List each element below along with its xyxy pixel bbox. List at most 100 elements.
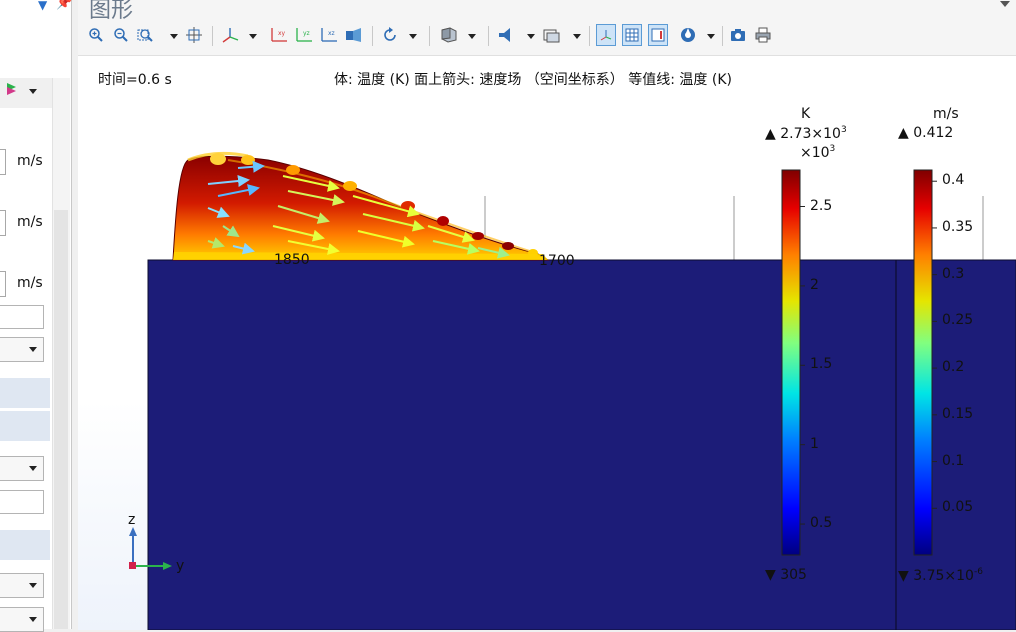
- show-grid-icon[interactable]: [622, 24, 642, 46]
- svg-text:xz: xz: [328, 30, 335, 37]
- graphics-toolbar: xy yz xz: [84, 20, 784, 50]
- zoom-in-icon[interactable]: [86, 24, 106, 46]
- lights-icon[interactable]: [496, 24, 516, 46]
- zoom-out-icon[interactable]: [111, 24, 131, 46]
- print-icon[interactable]: [753, 24, 773, 46]
- velocity-field-1[interactable]: [0, 149, 6, 175]
- toolbar-separator: [488, 26, 489, 46]
- combo-box-3[interactable]: [0, 573, 44, 598]
- velocity-unit: m/s: [933, 106, 959, 122]
- temperature-colorbar: [781, 169, 801, 556]
- toolbar-separator: [212, 26, 213, 46]
- velocity-colorbar: [913, 169, 933, 556]
- velocity-min-exp: -6: [973, 567, 983, 577]
- graphics-window: 图形 xy yz xz 1850 1700 z y 时间=0.6 s 体: 温度…: [78, 0, 1016, 630]
- chevron-down-icon: [29, 583, 37, 588]
- camera-view-icon[interactable]: [344, 24, 364, 46]
- transparency-dropdown-icon[interactable]: [468, 34, 476, 39]
- cladding-track[interactable]: [172, 155, 550, 261]
- velocity-tick-label: 0.4: [942, 172, 965, 189]
- pin-icon[interactable]: 📌: [56, 0, 72, 11]
- plot-description: 体: 温度 (K) 面上箭头: 速度场 （空间坐标系） 等值线: 温度 (K): [334, 72, 732, 88]
- temperature-max-exp: 3: [840, 125, 847, 135]
- velocity-field-3[interactable]: [0, 271, 6, 297]
- velocity-tick-label: 0.1: [942, 452, 965, 469]
- zoom-box-icon[interactable]: [136, 24, 156, 46]
- contour-label-1700: 1700: [539, 253, 575, 269]
- velocity-tick-label: 0.15: [942, 405, 974, 422]
- yz-plane-icon[interactable]: yz: [294, 24, 314, 46]
- render-dropdown-icon[interactable]: [707, 34, 715, 39]
- window-menu-icon[interactable]: [1000, 1, 1010, 7]
- temperature-scale-base: ×10: [800, 145, 830, 161]
- zoom-dropdown-icon[interactable]: [170, 34, 178, 39]
- lights-dropdown-icon[interactable]: [527, 34, 535, 39]
- substrate-block[interactable]: [147, 259, 1016, 630]
- temperature-scale-exp: 3: [829, 144, 836, 154]
- scene-icon[interactable]: [542, 24, 562, 46]
- xz-plane-icon[interactable]: xz: [319, 24, 339, 46]
- min-triangle-icon: ▼: [898, 568, 909, 584]
- text-field-2[interactable]: [0, 490, 44, 514]
- temperature-tick-label: 1: [810, 435, 819, 452]
- velocity-max-value: 0.412: [913, 125, 954, 141]
- snapshot-icon[interactable]: [728, 24, 748, 46]
- plot-svg: 1850 1700 z y: [128, 151, 1016, 630]
- velocity-tick-label: 0.2: [942, 359, 965, 376]
- axis-view-dropdown-icon[interactable]: [249, 34, 257, 39]
- text-field-1[interactable]: [0, 305, 44, 329]
- svg-text:xy: xy: [278, 30, 286, 37]
- combo-box-2[interactable]: [0, 456, 44, 481]
- contour-label-1850: 1850: [274, 252, 310, 268]
- temperature-unit: K: [801, 106, 811, 122]
- toolbar-separator: [429, 26, 430, 46]
- unit-label-2: m/s: [17, 214, 43, 230]
- show-axis-icon[interactable]: [596, 24, 616, 46]
- collapse-arrow-icon[interactable]: ▼: [38, 0, 47, 12]
- velocity-tick-label: 0.35: [942, 218, 974, 235]
- temperature-min-value: 305: [780, 567, 807, 583]
- velocity-tick-label: 0.25: [942, 312, 974, 329]
- velocity-max: ▲ 0.412: [898, 125, 953, 141]
- plot-canvas[interactable]: 1850 1700 z y 时间=0.6 s 体: 温度 (K) 面上箭头: 速…: [78, 55, 1016, 630]
- max-triangle-icon: ▲: [765, 126, 776, 142]
- min-triangle-icon: ▼: [765, 567, 776, 583]
- show-legend-icon[interactable]: [648, 24, 668, 46]
- transparency-icon[interactable]: [439, 24, 459, 46]
- toolbar-separator: [589, 26, 590, 46]
- chevron-down-icon: [29, 347, 37, 352]
- render-settings-icon[interactable]: [678, 24, 698, 46]
- combo-box-4[interactable]: [0, 607, 44, 632]
- chevron-down-icon: [29, 617, 37, 622]
- chevron-down-icon: [29, 466, 37, 471]
- rotate-icon[interactable]: [380, 24, 400, 46]
- panel-scrollbar-thumb[interactable]: [54, 210, 68, 629]
- temperature-tick-label: 0.5: [810, 515, 833, 532]
- xy-plane-icon[interactable]: xy: [269, 24, 289, 46]
- scene-dropdown-icon[interactable]: [573, 34, 581, 39]
- temperature-min: ▼ 305: [765, 567, 807, 583]
- max-triangle-icon: ▲: [898, 125, 909, 141]
- velocity-field-2[interactable]: [0, 210, 6, 236]
- flag-dropdown-icon[interactable]: [29, 89, 37, 94]
- section-header-2[interactable]: [0, 411, 50, 441]
- toolbar-separator: [722, 26, 723, 46]
- temperature-max: ▲ 2.73×103: [765, 125, 847, 142]
- zoom-extents-icon[interactable]: [184, 24, 204, 46]
- temperature-max-value: 2.73×10: [780, 126, 841, 142]
- time-label: 时间=0.6 s: [98, 72, 172, 88]
- velocity-min-value: 3.75×10: [913, 568, 974, 584]
- combo-box-1[interactable]: [0, 337, 44, 362]
- unit-label-3: m/s: [17, 275, 43, 291]
- temperature-tick-label: 2: [810, 276, 819, 293]
- velocity-min: ▼ 3.75×10-6: [898, 567, 983, 584]
- section-header-1[interactable]: [0, 378, 50, 408]
- section-header-3[interactable]: [0, 530, 50, 560]
- temperature-scale-mult: ×103: [800, 144, 835, 161]
- svg-text:yz: yz: [303, 30, 310, 37]
- toolbar-separator: [372, 26, 373, 46]
- axis-view-icon[interactable]: [220, 24, 240, 46]
- rotate-dropdown-icon[interactable]: [409, 34, 417, 39]
- plot-flag-icon[interactable]: [5, 82, 17, 96]
- axis-z-label: z: [128, 512, 135, 528]
